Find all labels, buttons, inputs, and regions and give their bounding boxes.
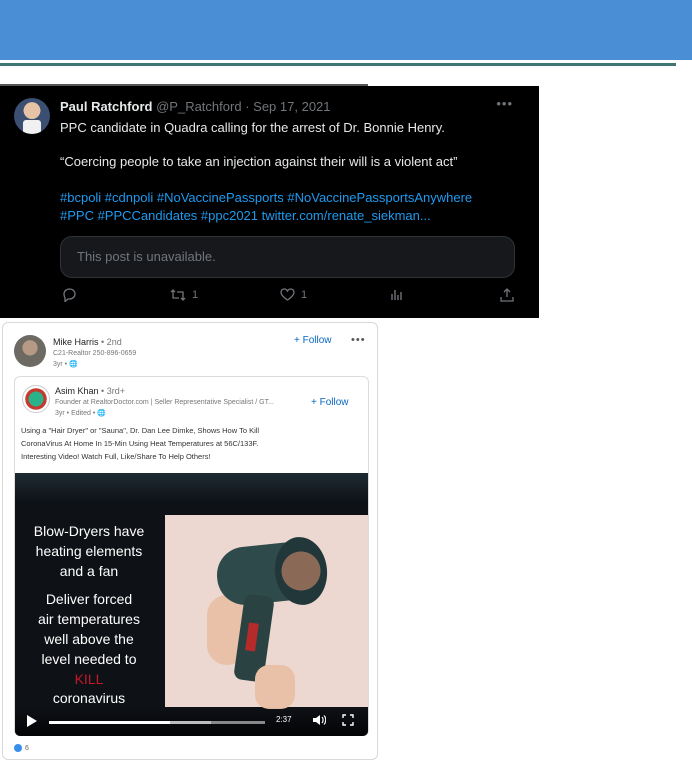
tweet-author-handle[interactable]: @P_Ratchford xyxy=(156,99,241,114)
top-banner xyxy=(0,0,692,60)
tweet-text-line1: PPC candidate in Quadra calling for the … xyxy=(60,120,445,135)
volume-icon[interactable] xyxy=(312,714,326,726)
play-icon[interactable] xyxy=(27,715,37,727)
like-count: 1 xyxy=(301,288,308,301)
like-button[interactable]: 1 xyxy=(280,288,307,301)
hair-dryer-photo xyxy=(165,515,368,709)
quoted-post-text: This post is unavailable. xyxy=(77,249,216,264)
video-caption-line: level needed to xyxy=(41,651,137,667)
tweet-hashtags-line2[interactable]: #PPC #PPCCandidates #ppc2021 twitter.com… xyxy=(60,208,431,223)
author-name[interactable]: Asim Khan xyxy=(55,386,99,396)
heart-icon xyxy=(280,288,295,301)
author-name-row: Asim Khan • 3rd+ xyxy=(55,386,125,396)
linkedin-post-card[interactable]: Mike Harris • 2nd C21-Realtor 250-896-06… xyxy=(2,322,378,760)
reactions-summary[interactable]: 6 xyxy=(14,744,29,752)
tweet-author-avatar[interactable] xyxy=(14,98,50,134)
reply-button[interactable] xyxy=(62,288,77,302)
post-body-line3: Interesting Video! Watch Full, Like/Shar… xyxy=(21,452,211,461)
video-caption-line: heating elements xyxy=(35,543,143,559)
video-caption-line: Deliver forced xyxy=(45,591,133,607)
sharer-degree: • 2nd xyxy=(101,337,122,347)
banner-divider xyxy=(0,63,676,66)
video-caption-line: well above the xyxy=(44,631,134,647)
retweet-button[interactable]: 1 xyxy=(170,288,198,302)
video-controls: 2:37 xyxy=(15,707,368,736)
share-icon xyxy=(500,288,514,302)
share-button[interactable] xyxy=(500,288,514,302)
reactions-count: 6 xyxy=(25,744,29,752)
sharer-name-row: Mike Harris • 2nd xyxy=(53,337,122,347)
author-headline: Founder at RealtorDoctor.com | Seller Re… xyxy=(55,399,274,406)
follow-sharer-button[interactable]: + Follow xyxy=(294,335,332,346)
tweet-hashtags-line1[interactable]: #bcpoli #cdnpoli #NoVaccinePassports #No… xyxy=(60,190,472,205)
post-body-line2: CoronaVirus At Home In 15-Min Using Heat… xyxy=(21,439,259,448)
views-button[interactable] xyxy=(390,288,404,301)
video-caption-kill: KILL xyxy=(74,671,104,687)
tweet-card[interactable]: Paul Ratchford @P_Ratchford · Sep 17, 20… xyxy=(0,86,539,318)
retweet-icon xyxy=(170,289,186,301)
page: Paul Ratchford @P_Ratchford · Sep 17, 20… xyxy=(0,0,692,760)
retweet-count: 1 xyxy=(192,289,199,301)
tweet-author-name[interactable]: Paul Ratchford xyxy=(60,99,152,114)
tweet-text-line2: “Coercing people to take an injection ag… xyxy=(60,154,458,169)
analytics-icon xyxy=(391,290,402,300)
author-avatar[interactable] xyxy=(22,385,50,413)
more-options-icon[interactable]: ••• xyxy=(351,334,366,346)
sharer-name[interactable]: Mike Harris xyxy=(53,337,99,347)
video-caption-line: air temperatures xyxy=(38,611,140,627)
follow-author-button[interactable]: + Follow xyxy=(311,397,349,408)
hand-image xyxy=(255,665,295,709)
sharer-headline: C21-Realtor 250-896-0659 xyxy=(53,350,137,357)
fullscreen-icon[interactable] xyxy=(342,714,354,726)
video-caption-line: Blow-Dryers have xyxy=(33,523,145,539)
sharer-time: 3yr • 🌐 xyxy=(53,361,78,368)
sharer-avatar[interactable] xyxy=(14,335,46,367)
video-player[interactable]: Blow-Dryers have heating elements and a … xyxy=(15,473,368,736)
quoted-post-unavailable: This post is unavailable. xyxy=(60,236,515,278)
tweet-separator: · xyxy=(245,99,250,114)
like-reaction-icon xyxy=(14,744,22,752)
author-time: 3yr • Edited • 🌐 xyxy=(55,410,106,417)
tweet-actions: 1 1 xyxy=(60,288,515,306)
tweet-date[interactable]: Sep 17, 2021 xyxy=(253,99,330,114)
video-time: 2:37 xyxy=(276,715,292,724)
more-options-icon[interactable]: ••• xyxy=(496,96,513,111)
tweet-header: Paul Ratchford @P_Ratchford · Sep 17, 20… xyxy=(60,99,331,114)
video-progress-bar[interactable] xyxy=(49,721,265,724)
video-top-band xyxy=(15,473,368,503)
video-progress-fill xyxy=(49,721,170,724)
reshared-post[interactable]: Asim Khan • 3rd+ Founder at RealtorDocto… xyxy=(14,376,369,736)
video-caption-line: and a fan xyxy=(59,563,119,579)
post-body-line1: Using a "Hair Dryer" or "Sauna", Dr. Dan… xyxy=(21,426,260,435)
reply-icon xyxy=(63,288,76,302)
video-caption-line: coronavirus xyxy=(52,690,126,706)
author-degree: • 3rd+ xyxy=(101,386,125,396)
